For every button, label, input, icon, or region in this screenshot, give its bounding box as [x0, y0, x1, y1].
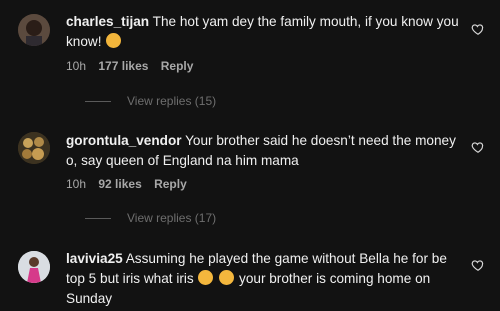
- view-replies-label: View replies (15): [127, 94, 217, 108]
- grinning-sweat-face-icon: [198, 270, 214, 285]
- likes-count[interactable]: 177 likes: [98, 59, 148, 73]
- divider-line: [85, 100, 111, 102]
- comment-meta: 10h 177 likes Reply: [66, 59, 202, 73]
- reply-button[interactable]: Reply: [161, 59, 194, 73]
- username[interactable]: lavivia25: [66, 251, 123, 266]
- comment-text: lavivia25 Assuming he played the game wi…: [66, 249, 466, 309]
- avatar[interactable]: [18, 14, 50, 46]
- comment-time: 10h: [66, 177, 87, 191]
- comment-text: gorontula_vendor Your brother said he do…: [66, 131, 466, 171]
- username[interactable]: charles_tijan: [66, 14, 149, 29]
- likes-count[interactable]: 92 likes: [98, 177, 141, 191]
- view-replies-button[interactable]: View replies (15): [85, 94, 216, 108]
- heart-icon[interactable]: [471, 258, 485, 272]
- view-replies-label: View replies (17): [127, 211, 217, 225]
- username[interactable]: gorontula_vendor: [66, 133, 182, 148]
- grinning-sweat-face-icon: [219, 270, 235, 285]
- pensive-face-icon: [106, 33, 122, 48]
- avatar[interactable]: [18, 132, 50, 164]
- heart-icon[interactable]: [471, 140, 485, 154]
- comment-text: charles_tijan The hot yam dey the family…: [66, 12, 466, 52]
- comment-time: 10h: [66, 59, 87, 73]
- comment-meta: 10h 92 likes Reply: [66, 177, 196, 191]
- heart-icon[interactable]: [471, 22, 485, 36]
- avatar[interactable]: [18, 251, 50, 283]
- divider-line: [85, 217, 111, 219]
- reply-button[interactable]: Reply: [154, 177, 187, 191]
- view-replies-button[interactable]: View replies (17): [85, 211, 216, 225]
